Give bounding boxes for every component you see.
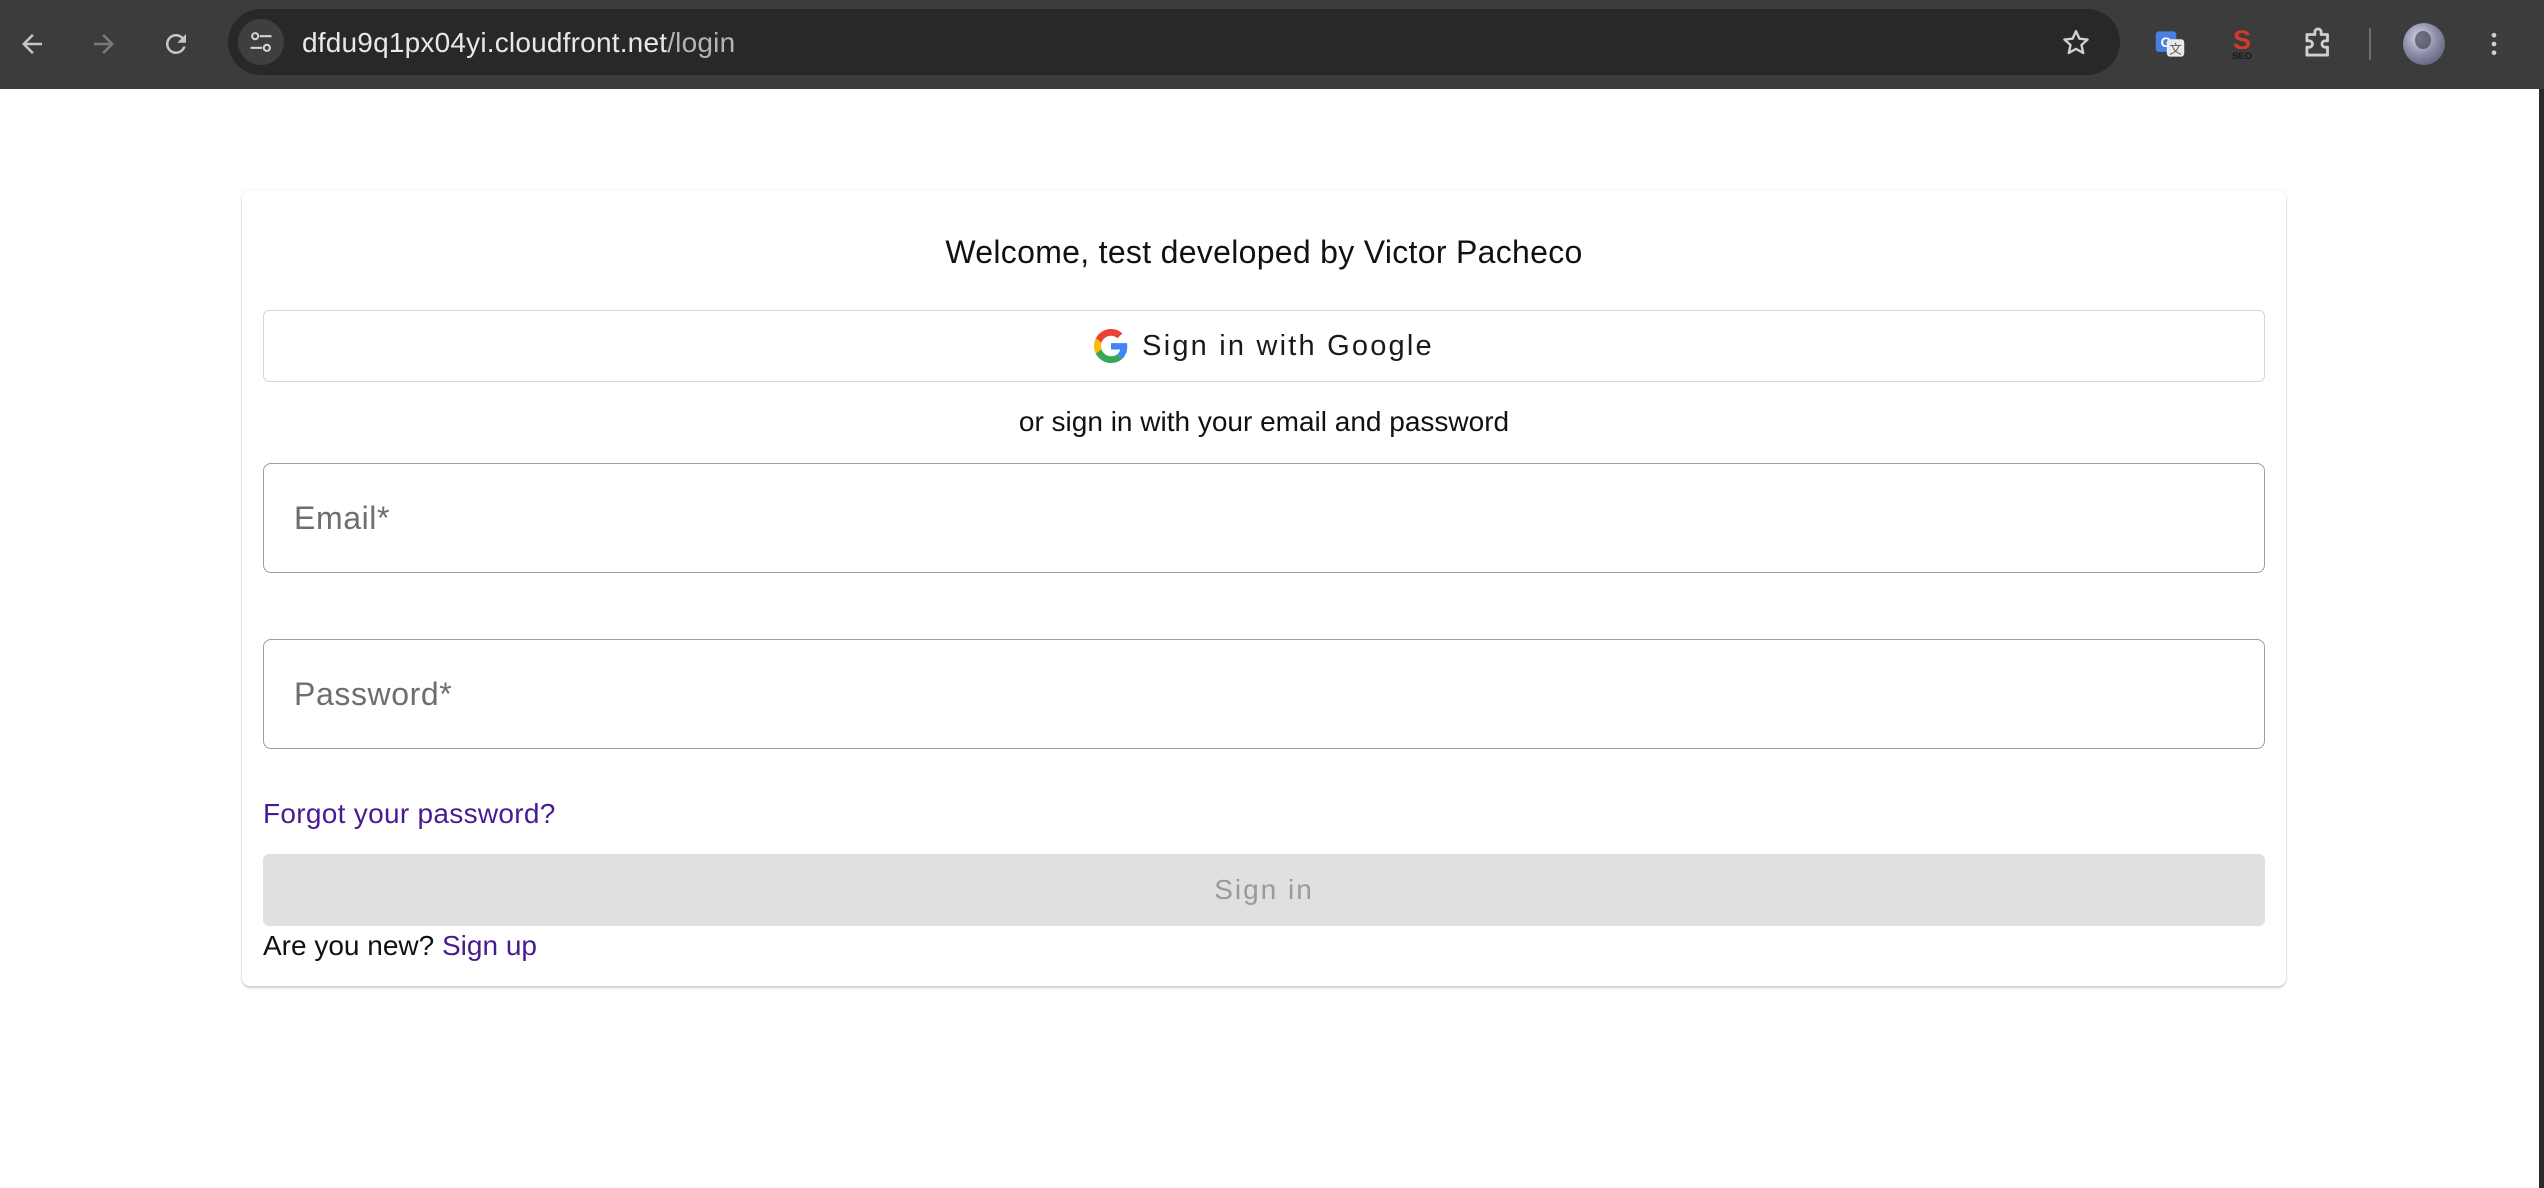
password-field[interactable] xyxy=(263,639,2265,749)
star-icon xyxy=(2063,30,2089,55)
back-button[interactable] xyxy=(10,22,54,66)
arrow-left-icon xyxy=(22,34,42,54)
svg-text:文: 文 xyxy=(2169,43,2182,57)
signup-prompt: Are you new? Sign up xyxy=(263,928,537,964)
window-edge xyxy=(2539,89,2544,1188)
divider-text: or sign in with your email and password xyxy=(1018,406,1510,437)
login-card: Welcome, test developed by Victor Pachec… xyxy=(242,190,2286,986)
url-host: dfdu9q1px04yi.cloudfront.net xyxy=(302,27,668,58)
browser-toolbar: dfdu9q1px04yi.cloudfront.net/login G 文 S… xyxy=(0,0,2544,89)
toolbar-separator xyxy=(2369,28,2371,60)
sign-in-button[interactable]: Sign in xyxy=(263,854,2265,926)
translate-extension-icon: G 文 xyxy=(2155,31,2185,57)
url-text[interactable]: dfdu9q1px04yi.cloudfront.net/login xyxy=(302,27,735,59)
browser-menu-button[interactable] xyxy=(2472,22,2516,66)
seo-extension-button[interactable]: S SEO xyxy=(2220,22,2264,66)
reload-icon xyxy=(165,33,186,54)
bookmark-button[interactable] xyxy=(2058,25,2094,61)
reload-button[interactable] xyxy=(154,22,198,66)
google-logo-icon xyxy=(1094,329,1128,363)
password-input[interactable] xyxy=(264,640,2264,748)
arrow-right-icon xyxy=(94,34,114,54)
google-signin-button[interactable]: Sign in with Google xyxy=(263,310,2265,382)
new-user-text: Are you new? xyxy=(263,930,435,961)
sign-in-label: Sign in xyxy=(1214,874,1314,905)
kebab-menu-icon xyxy=(2491,32,2497,56)
forward-button[interactable] xyxy=(82,22,126,66)
sign-up-link[interactable]: Sign up xyxy=(442,930,537,961)
svg-text:SEO: SEO xyxy=(2232,51,2252,62)
forgot-password-link[interactable]: Forgot your password? xyxy=(263,796,556,832)
puzzle-extensions-icon xyxy=(2305,27,2329,57)
welcome-heading: Welcome, test developed by Victor Pachec… xyxy=(945,234,1583,270)
google-signin-label: Sign in with Google xyxy=(1142,329,1434,362)
email-input[interactable] xyxy=(264,464,2264,572)
tune-icon xyxy=(250,32,272,52)
seo-extension-icon: S SEO xyxy=(2232,25,2252,62)
email-field[interactable] xyxy=(263,463,2265,573)
url-path: /login xyxy=(667,27,736,58)
extensions-button[interactable] xyxy=(2296,22,2340,66)
translate-extension-button[interactable]: G 文 xyxy=(2148,22,2192,66)
address-bar[interactable]: dfdu9q1px04yi.cloudfront.net/login xyxy=(228,9,2120,75)
site-info-button[interactable] xyxy=(238,19,284,65)
profile-avatar[interactable] xyxy=(2403,23,2445,65)
